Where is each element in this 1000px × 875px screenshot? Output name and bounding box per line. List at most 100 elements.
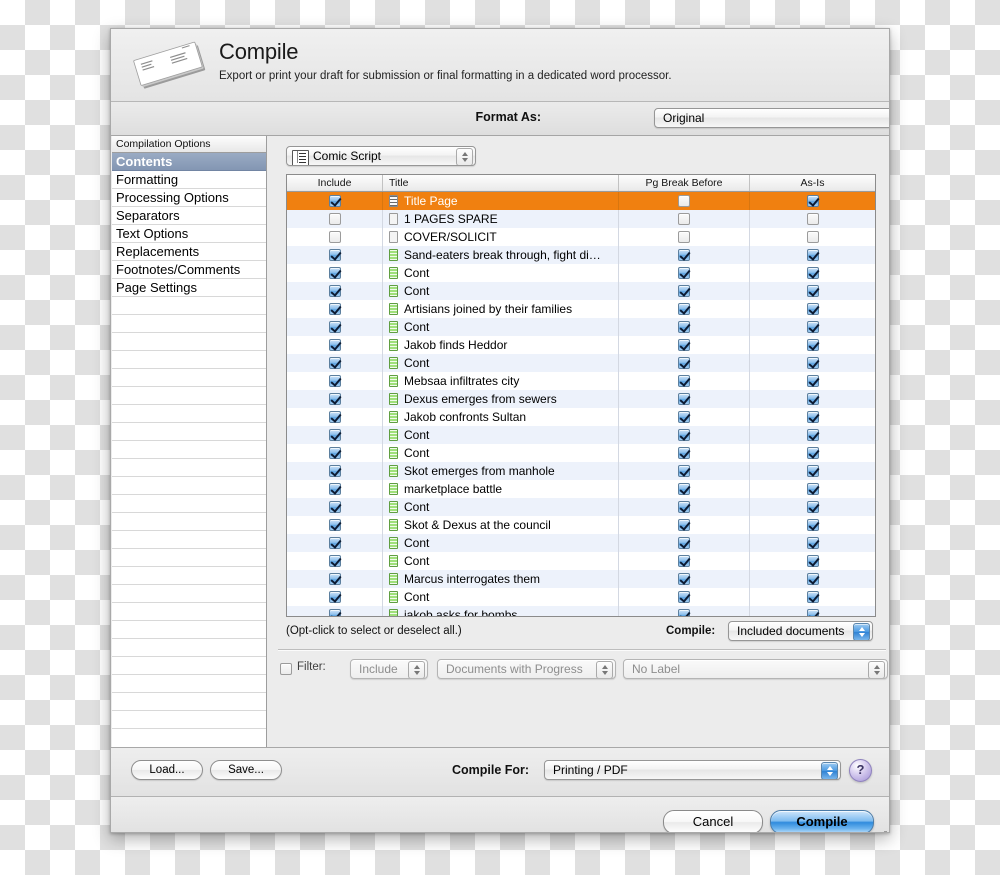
pg-break-checkbox[interactable] [678, 375, 690, 387]
as-is-checkbox[interactable] [806, 195, 819, 207]
table-row[interactable]: Skot emerges from manhole [287, 462, 875, 480]
filter-mode-popup[interactable]: Include [350, 659, 428, 679]
pg-break-checkbox[interactable] [678, 501, 690, 513]
sidebar-item-contents[interactable]: Contents [112, 153, 266, 171]
as-is-checkbox[interactable] [806, 375, 819, 387]
include-checkbox[interactable] [328, 609, 341, 616]
table-row[interactable]: Cont [287, 264, 875, 282]
as-is-checkbox[interactable] [806, 267, 819, 279]
sidebar-item-formatting[interactable]: Formatting [112, 171, 266, 189]
pg-break-checkbox[interactable] [678, 249, 690, 261]
include-checkbox[interactable] [328, 213, 341, 225]
as-is-checkbox[interactable] [806, 573, 819, 585]
table-row[interactable]: Cont [287, 282, 875, 300]
as-is-checkbox[interactable] [806, 249, 819, 261]
resize-grip[interactable] [874, 829, 887, 832]
sidebar-item-footnotes-comments[interactable]: Footnotes/Comments [112, 261, 266, 279]
table-row[interactable]: Cont [287, 318, 875, 336]
as-is-checkbox[interactable] [806, 303, 819, 315]
save-button[interactable]: Save... [210, 760, 282, 780]
include-checkbox[interactable] [328, 483, 341, 495]
table-row[interactable]: Cont [287, 426, 875, 444]
as-is-checkbox[interactable] [806, 429, 819, 441]
table-row[interactable]: Mebsaa infiltrates city [287, 372, 875, 390]
table-row[interactable]: Cont [287, 498, 875, 516]
as-is-checkbox[interactable] [806, 609, 819, 616]
pg-break-checkbox[interactable] [678, 303, 690, 315]
pg-break-checkbox[interactable] [678, 465, 690, 477]
pg-break-checkbox[interactable] [678, 609, 690, 616]
sidebar-item-separators[interactable]: Separators [112, 207, 266, 225]
filter-checkbox[interactable] [280, 663, 292, 675]
as-is-checkbox[interactable] [806, 411, 819, 423]
pg-break-checkbox[interactable] [678, 195, 690, 207]
pg-break-checkbox[interactable] [678, 285, 690, 297]
column-header-pg-break-before[interactable]: Pg Break Before [619, 175, 750, 191]
table-row[interactable]: Cont [287, 552, 875, 570]
pg-break-checkbox[interactable] [678, 519, 690, 531]
include-checkbox[interactable] [328, 465, 341, 477]
as-is-checkbox[interactable] [806, 591, 819, 603]
as-is-checkbox[interactable] [806, 465, 819, 477]
pg-break-checkbox[interactable] [678, 537, 690, 549]
pg-break-checkbox[interactable] [678, 267, 690, 279]
include-checkbox[interactable] [328, 339, 341, 351]
as-is-checkbox[interactable] [806, 321, 819, 333]
include-checkbox[interactable] [328, 537, 341, 549]
as-is-checkbox[interactable] [806, 357, 819, 369]
include-checkbox[interactable] [328, 285, 341, 297]
script-format-popup[interactable]: Comic Script [286, 146, 476, 166]
pg-break-checkbox[interactable] [678, 483, 690, 495]
table-row[interactable]: Cont [287, 534, 875, 552]
table-row[interactable]: Marcus interrogates them [287, 570, 875, 588]
column-header-include[interactable]: Include [287, 175, 383, 191]
table-row[interactable]: marketplace battle [287, 480, 875, 498]
include-checkbox[interactable] [328, 393, 341, 405]
include-checkbox[interactable] [328, 357, 341, 369]
table-row[interactable]: COVER/SOLICIT [287, 228, 875, 246]
include-checkbox[interactable] [328, 555, 341, 567]
as-is-checkbox[interactable] [806, 519, 819, 531]
as-is-checkbox[interactable] [806, 555, 819, 567]
load-button[interactable]: Load... [131, 760, 203, 780]
include-checkbox[interactable] [328, 195, 341, 207]
as-is-checkbox[interactable] [806, 501, 819, 513]
table-row[interactable]: Jakob confronts Sultan [287, 408, 875, 426]
as-is-checkbox[interactable] [806, 213, 819, 225]
cancel-button[interactable]: Cancel [663, 810, 763, 832]
as-is-checkbox[interactable] [806, 537, 819, 549]
compile-button[interactable]: Compile [770, 810, 874, 832]
pg-break-checkbox[interactable] [678, 357, 690, 369]
include-checkbox[interactable] [328, 321, 341, 333]
filter-type-popup[interactable]: Documents with Progress [437, 659, 616, 679]
table-row[interactable]: Skot & Dexus at the council [287, 516, 875, 534]
table-row[interactable]: Cont [287, 444, 875, 462]
column-header-as-is[interactable]: As-Is [750, 175, 875, 191]
pg-break-checkbox[interactable] [678, 411, 690, 423]
include-checkbox[interactable] [328, 573, 341, 585]
pg-break-checkbox[interactable] [678, 447, 690, 459]
include-checkbox[interactable] [328, 429, 341, 441]
include-checkbox[interactable] [328, 375, 341, 387]
table-row[interactable]: Cont [287, 354, 875, 372]
compile-for-popup[interactable]: Printing / PDF [544, 760, 841, 780]
include-checkbox[interactable] [328, 411, 341, 423]
pg-break-checkbox[interactable] [678, 321, 690, 333]
pg-break-checkbox[interactable] [678, 573, 690, 585]
table-row[interactable]: Dexus emerges from sewers [287, 390, 875, 408]
include-checkbox[interactable] [328, 267, 341, 279]
include-checkbox[interactable] [328, 447, 341, 459]
pg-break-checkbox[interactable] [678, 213, 690, 225]
pg-break-checkbox[interactable] [678, 429, 690, 441]
as-is-checkbox[interactable] [806, 483, 819, 495]
include-checkbox[interactable] [328, 501, 341, 513]
pg-break-checkbox[interactable] [678, 393, 690, 405]
table-row[interactable]: Sand-eaters break through, fight di… [287, 246, 875, 264]
table-row[interactable]: Cont [287, 588, 875, 606]
table-row[interactable]: Jakob finds Heddor [287, 336, 875, 354]
column-header-title[interactable]: Title [383, 175, 619, 191]
as-is-checkbox[interactable] [806, 447, 819, 459]
pg-break-checkbox[interactable] [678, 339, 690, 351]
pg-break-checkbox[interactable] [678, 555, 690, 567]
table-row[interactable]: Title Page [287, 192, 875, 210]
